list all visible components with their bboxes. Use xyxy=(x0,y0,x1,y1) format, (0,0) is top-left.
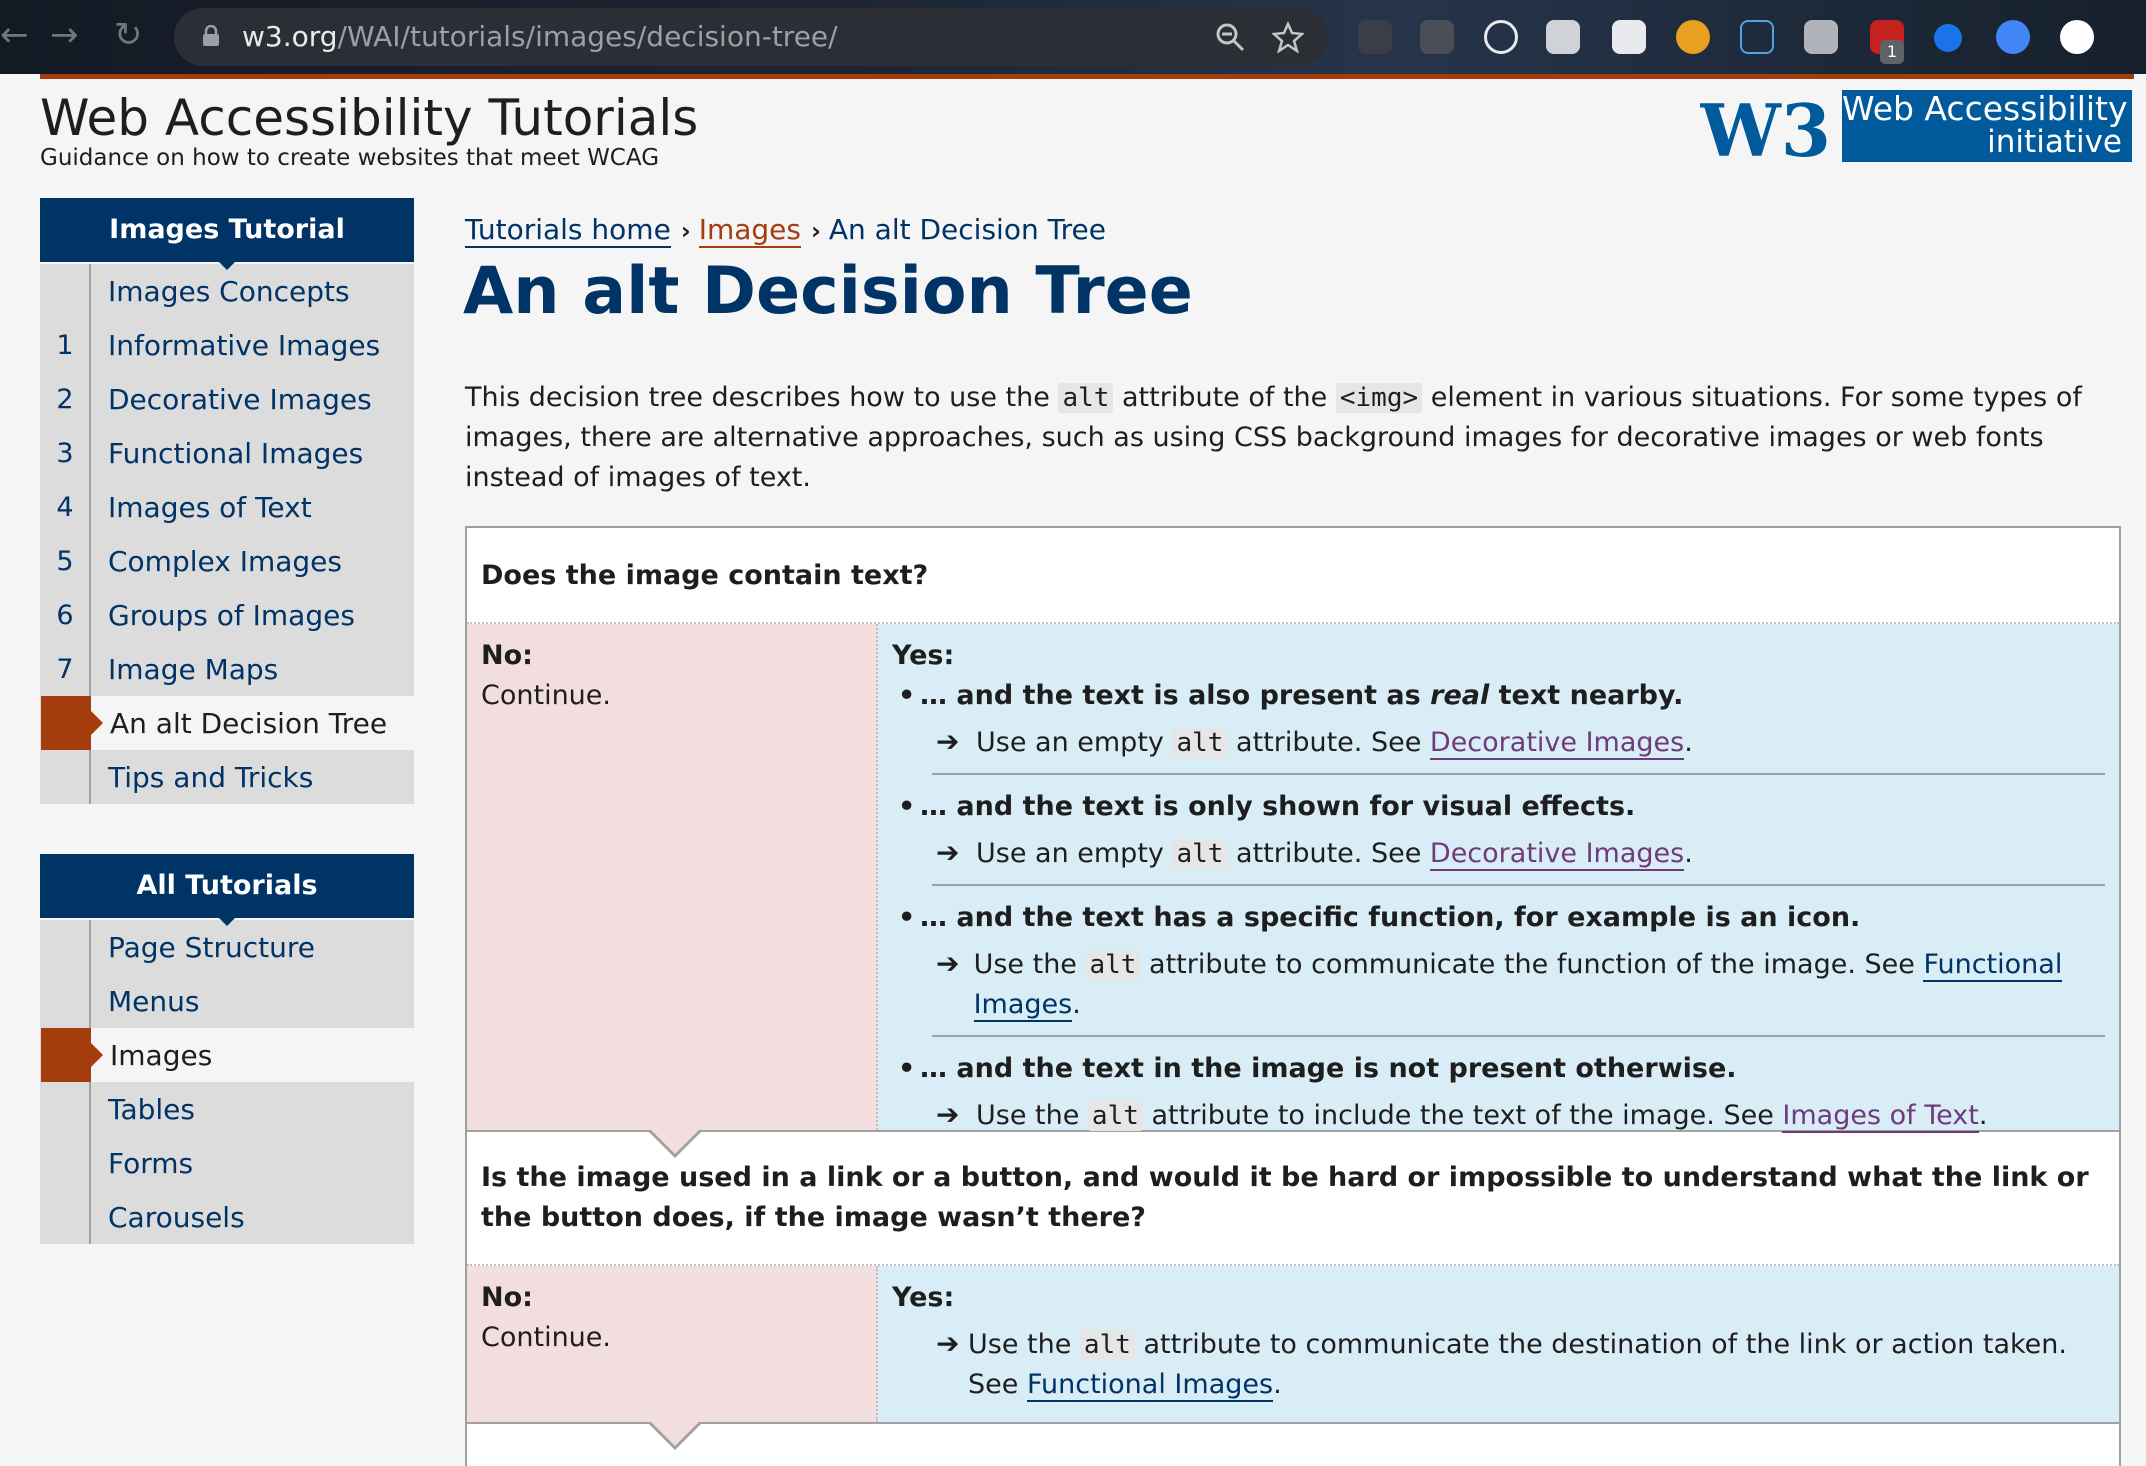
nav-item-image-maps[interactable]: 7 Image Maps xyxy=(41,642,414,696)
colorful-extension-icon[interactable] xyxy=(2060,20,2094,54)
arrow-right-icon: ➔ xyxy=(936,725,960,758)
header-accent-bar xyxy=(40,74,2134,79)
forward-arrow-icon[interactable]: → xyxy=(50,15,79,55)
key-extension-icon[interactable] xyxy=(1934,24,1962,52)
breadcrumb: Tutorials home › Images › An alt Decision Tr… xyxy=(465,212,1106,249)
dots-extension-icon[interactable] xyxy=(1804,20,1838,54)
url-text[interactable]: w3.org/WAI/tutorials/images/decision-tre… xyxy=(242,21,838,53)
arrow-right-icon: ➔ xyxy=(936,836,960,869)
decision-tree: Does the image contain text? No: Continu… xyxy=(465,526,2121,1466)
nav-item-menus[interactable]: Menus xyxy=(41,974,414,1028)
reload-icon[interactable]: ↻ xyxy=(114,15,143,55)
no-continue-text: Continue. xyxy=(481,1322,611,1353)
yes-label: Yes: xyxy=(892,640,955,671)
back-arrow-icon[interactable]: ← xyxy=(0,15,29,55)
link-images-of-text[interactable]: Images of Text xyxy=(1782,1100,1979,1133)
nav-item-functional-images[interactable]: 3 Functional Images xyxy=(41,426,414,480)
arrow-right-icon: ➔ xyxy=(936,947,960,980)
breadcrumb-current: An alt Decision Tree xyxy=(828,213,1106,246)
yes-label: Yes: xyxy=(892,1282,955,1313)
nav-item-informative-images[interactable]: 1 Informative Images xyxy=(41,318,414,372)
color-picker-extension-icon[interactable] xyxy=(1420,20,1454,54)
code-img: <img> xyxy=(1335,383,1423,413)
browser-toolbar: ← → ↻ w3.org/WAI/tutorials/images/decisi… xyxy=(0,0,2146,74)
no-label: No: xyxy=(481,1282,533,1313)
nav-item-forms[interactable]: Forms xyxy=(41,1136,414,1190)
wai-logo-line2: initiative xyxy=(1987,124,2122,160)
yes-answer-2: Yes: ➔ Use the alt attribute to communica… xyxy=(878,1266,2119,1422)
code-alt: alt xyxy=(1058,383,1114,413)
chevron-right-icon: › xyxy=(810,217,821,245)
images-tutorial-nav: Images Tutorial Images Concepts 1 Informa… xyxy=(40,198,414,804)
nav-item-images[interactable]: Images xyxy=(41,1028,414,1082)
breadcrumb-images[interactable]: Images xyxy=(698,213,801,248)
w3c-logo-text: W3C xyxy=(1700,90,1830,166)
arrow-right-icon: ➔ xyxy=(936,1098,960,1131)
question-contains-text: Does the image contain text? xyxy=(467,528,2119,624)
link-decorative-images[interactable]: Decorative Images xyxy=(1429,727,1685,760)
gear-extension-icon[interactable] xyxy=(1676,20,1710,54)
no-label: No: xyxy=(481,640,533,671)
case-specific-function: •… and the text has a specific function,… xyxy=(898,902,1861,933)
intro-paragraph: This decision tree describes how to use … xyxy=(465,382,2082,493)
breadcrumb-tutorials-home[interactable]: Tutorials home xyxy=(465,213,671,248)
continue-arrow-icon xyxy=(647,1128,703,1158)
json-extension-icon[interactable] xyxy=(1484,20,1518,54)
site-subtitle: Guidance on how to create websites that … xyxy=(40,145,660,171)
nav-item-groups-of-images[interactable]: 6 Groups of Images xyxy=(41,588,414,642)
zoom-icon[interactable] xyxy=(1214,21,1246,53)
no-continue-text: Continue. xyxy=(481,680,611,711)
link-functional-images[interactable]: Functional Images xyxy=(1026,1369,1274,1402)
page-title: An alt Decision Tree xyxy=(463,254,1193,329)
arrow-right-icon: ➔ xyxy=(936,1327,960,1360)
nav-item-page-structure[interactable]: Page Structure xyxy=(41,920,414,974)
answer-row-2: No: Continue. Yes: ➔ Use the alt attribut… xyxy=(467,1266,2119,1450)
extension-badge: 1 xyxy=(1880,40,1904,64)
w3c-logo[interactable]: W3C xyxy=(1700,90,1830,166)
nav-item-tables[interactable]: Tables xyxy=(41,1082,414,1136)
nav-item-images-concepts[interactable]: Images Concepts xyxy=(41,264,414,318)
all-tutorials-heading: All Tutorials xyxy=(40,854,414,926)
continue-arrow-icon xyxy=(647,1420,703,1450)
chevron-right-icon: › xyxy=(680,217,691,245)
no-answer-2: No: Continue. xyxy=(467,1266,878,1422)
question-link-or-button: Is the image used in a link or a button,… xyxy=(467,1132,2119,1266)
nav-item-carousels[interactable]: Carousels xyxy=(41,1190,414,1244)
document-extension-icon[interactable] xyxy=(1612,20,1646,54)
s-extension-icon[interactable] xyxy=(1996,20,2030,54)
yes-answer-1: Yes: •… and the text is also present as … xyxy=(878,624,2119,1133)
wai-logo-line1: Web Accessibility xyxy=(1842,89,2128,128)
nav-item-alt-decision-tree[interactable]: An alt Decision Tree xyxy=(41,696,414,750)
notes-extension-icon[interactable] xyxy=(1546,20,1580,54)
nav-item-decorative-images[interactable]: 2 Decorative Images xyxy=(41,372,414,426)
bookmark-star-icon[interactable] xyxy=(1272,21,1304,53)
site-title[interactable]: Web Accessibility Tutorials xyxy=(40,88,698,148)
case-visual-effects: •… and the text is only shown for visual… xyxy=(898,791,1636,822)
answer-row-1: No: Continue. Yes: •… and the text is al… xyxy=(467,624,2119,1158)
all-tutorials-nav: All Tutorials Page Structure Menus Image… xyxy=(40,854,414,1244)
address-bar[interactable]: w3.org/WAI/tutorials/images/decision-tre… xyxy=(174,8,1328,66)
nav-item-images-of-text[interactable]: 4 Images of Text xyxy=(41,480,414,534)
nav-item-tips-and-tricks[interactable]: Tips and Tricks xyxy=(41,750,414,804)
lock-icon[interactable] xyxy=(202,25,220,47)
nav-item-complex-images[interactable]: 5 Complex Images xyxy=(41,534,414,588)
case-not-present-otherwise: •… and the text in the image is not pres… xyxy=(898,1053,1737,1084)
no-answer-1: No: Continue. xyxy=(467,624,878,1130)
link-decorative-images[interactable]: Decorative Images xyxy=(1429,838,1685,871)
triangle-extension-icon[interactable] xyxy=(1740,20,1774,54)
case-real-text-nearby: •… and the text is also present as real … xyxy=(898,680,1684,711)
images-tutorial-heading: Images Tutorial xyxy=(40,198,414,270)
wave-extension-icon[interactable] xyxy=(1358,20,1392,54)
wai-logo[interactable]: Web Accessibility initiative xyxy=(1842,90,2132,162)
